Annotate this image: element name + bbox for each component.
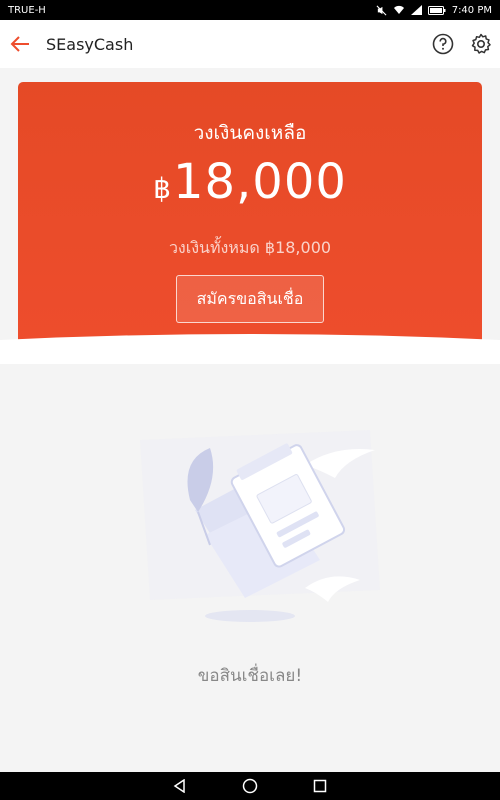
nav-back-button[interactable] <box>165 772 195 800</box>
signal-icon <box>410 5 422 15</box>
home-circle-icon <box>242 778 258 794</box>
settings-button[interactable] <box>462 20 500 68</box>
amount-value: 18,000 <box>172 154 347 210</box>
status-bar: TRUE-H 7:40 PM <box>0 0 500 20</box>
nav-recents-button[interactable] <box>305 772 335 800</box>
recents-square-icon <box>313 779 327 793</box>
mute-icon <box>376 5 387 16</box>
status-time: 7:40 PM <box>451 4 492 16</box>
remaining-limit-label: วงเงินคงเหลือ <box>193 122 307 144</box>
card-wave-divider <box>0 334 500 374</box>
back-button[interactable] <box>0 20 40 68</box>
nav-home-button[interactable] <box>235 772 265 800</box>
system-nav-bar <box>0 772 500 800</box>
total-limit-label: วงเงินทั้งหมด ฿18,000 <box>168 238 332 257</box>
document-feather-illustration <box>140 430 380 622</box>
remaining-limit-amount: ฿ 18,000 <box>18 154 482 210</box>
back-triangle-icon <box>173 779 185 793</box>
page-title: SEasyCash <box>46 34 134 54</box>
gear-icon <box>471 33 491 54</box>
status-icons: 7:40 PM <box>376 5 492 16</box>
credit-limit-card: วงเงินคงเหลือ ฿ 18,000 วงเงินทั้งหมด ฿18… <box>18 82 482 352</box>
app-bar: SEasyCash <box>0 20 500 68</box>
help-circle-icon <box>432 33 454 55</box>
wifi-icon <box>393 5 405 15</box>
carrier-label: TRUE-H <box>8 4 46 16</box>
help-button[interactable] <box>424 20 462 68</box>
arrow-left-icon <box>10 36 29 52</box>
apply-loan-button[interactable]: สมัครขอสินเชื่อ <box>176 275 324 323</box>
battery-icon <box>427 5 446 15</box>
empty-state-message: ขอสินเชื่อเลย! <box>197 666 303 686</box>
currency-symbol: ฿ <box>153 172 171 205</box>
